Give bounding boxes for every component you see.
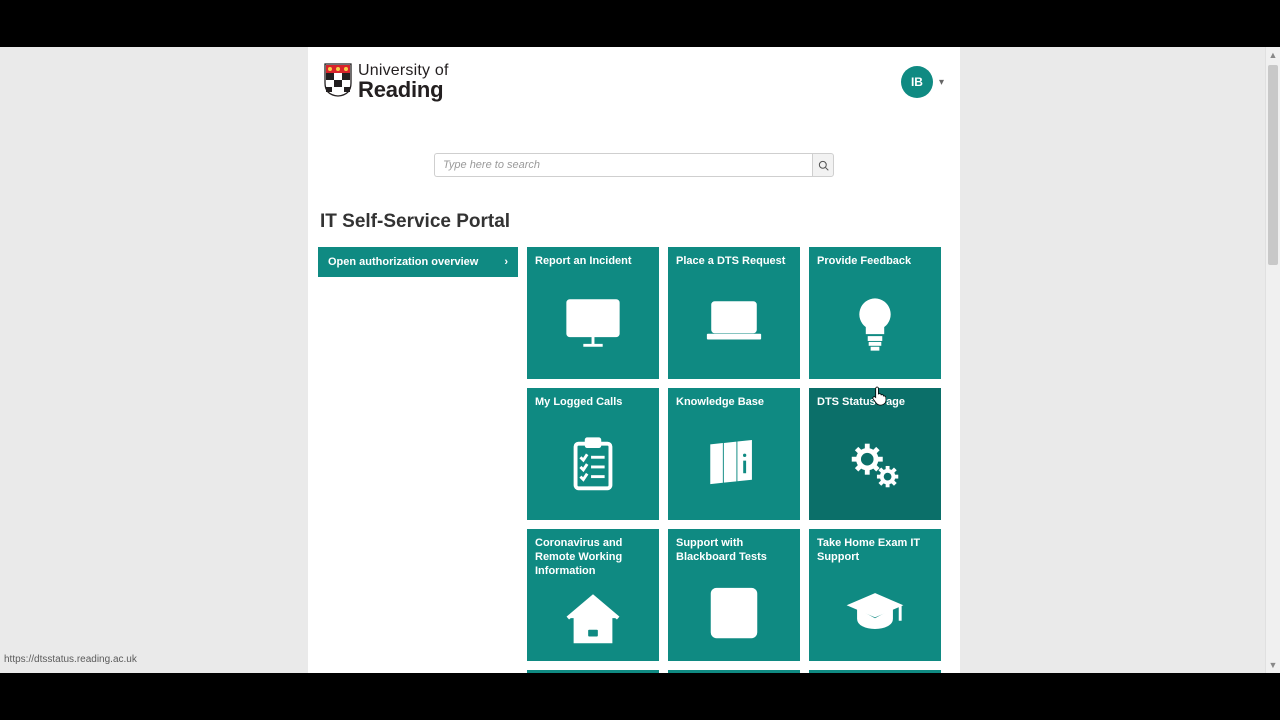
search-row [318, 153, 950, 177]
letterbox-bottom [0, 673, 1280, 720]
tile-coronavirus-remote[interactable]: Coronavirus and Remote Working Informati… [527, 529, 659, 661]
search-wrap [434, 153, 834, 177]
content: Open authorization overview › Report an … [318, 247, 950, 673]
vertical-scrollbar[interactable]: ▲ ▼ [1265, 47, 1280, 673]
avatar-initials: IB [911, 75, 923, 89]
letterbox-top [0, 0, 1280, 47]
search-button[interactable] [812, 153, 834, 177]
tile-label: Provide Feedback [817, 255, 933, 269]
tile-label: My Logged Calls [535, 396, 651, 410]
open-authorization-button[interactable]: Open authorization overview › [318, 247, 518, 277]
tile-my-logged-calls[interactable]: My Logged Calls [527, 388, 659, 520]
tile-blackboard-tests[interactable]: Support with Blackboard Tests [668, 529, 800, 661]
main-panel: University of Reading IB ▾ [308, 47, 960, 673]
tile-take-home-exam[interactable]: Take Home Exam IT Support [809, 529, 941, 661]
scroll-down-icon[interactable]: ▼ [1266, 657, 1280, 673]
laptop-globe-icon [676, 269, 792, 379]
clipboard-check-icon [535, 410, 651, 520]
user-menu[interactable]: IB ▾ [901, 66, 944, 98]
search-input[interactable] [434, 153, 812, 177]
graduation-cap-icon [817, 565, 933, 662]
tile-label: Support with Blackboard Tests [676, 537, 792, 565]
tile-shortcuts[interactable]: Shortcuts [527, 670, 659, 673]
tile-new-request-for-change[interactable]: New Request For Change [668, 670, 800, 673]
tile-place-dts-request[interactable]: Place a DTS Request [668, 247, 800, 379]
tile-label: Take Home Exam IT Support [817, 537, 933, 565]
chevron-right-icon: › [504, 256, 508, 268]
avatar: IB [901, 66, 933, 98]
lightbulb-icon [817, 269, 933, 379]
tile-label: DTS Status Page [817, 396, 933, 410]
gears-icon [817, 410, 933, 520]
books-info-icon [676, 410, 792, 520]
tile-label: Knowledge Base [676, 396, 792, 410]
scroll-up-icon[interactable]: ▲ [1266, 47, 1280, 63]
page-title: IT Self-Service Portal [320, 211, 950, 233]
tile-grid: Report an Incident Place a DTS Request [527, 247, 950, 673]
chevron-down-icon: ▾ [939, 77, 944, 88]
tile-report-incident[interactable]: Report an Incident [527, 247, 659, 379]
status-bar-link: https://dtsstatus.reading.ac.uk [4, 654, 137, 665]
viewport: University of Reading IB ▾ [0, 0, 1280, 720]
header: University of Reading IB ▾ [318, 57, 950, 105]
browser-content: University of Reading IB ▾ [0, 47, 1280, 673]
home-worker-icon [535, 578, 651, 661]
brand-text: University of Reading [358, 63, 449, 101]
scrollbar-thumb[interactable] [1268, 65, 1278, 265]
tile-label: Coronavirus and Remote Working Informati… [535, 537, 651, 578]
open-authorization-label: Open authorization overview [328, 256, 478, 268]
monitor-bolt-icon [535, 269, 651, 379]
tile-learning-capture[interactable]: Learning Capture [809, 670, 941, 673]
tile-knowledge-base[interactable]: Knowledge Base [668, 388, 800, 520]
list-icon [676, 565, 792, 662]
tile-dts-status-page[interactable]: DTS Status Page [809, 388, 941, 520]
tile-label: Report an Incident [535, 255, 651, 269]
brand-line2: Reading [358, 79, 449, 101]
tile-label: Place a DTS Request [676, 255, 792, 269]
search-icon [818, 160, 829, 171]
university-shield-icon [324, 63, 352, 97]
tile-provide-feedback[interactable]: Provide Feedback [809, 247, 941, 379]
brand[interactable]: University of Reading [324, 63, 449, 101]
